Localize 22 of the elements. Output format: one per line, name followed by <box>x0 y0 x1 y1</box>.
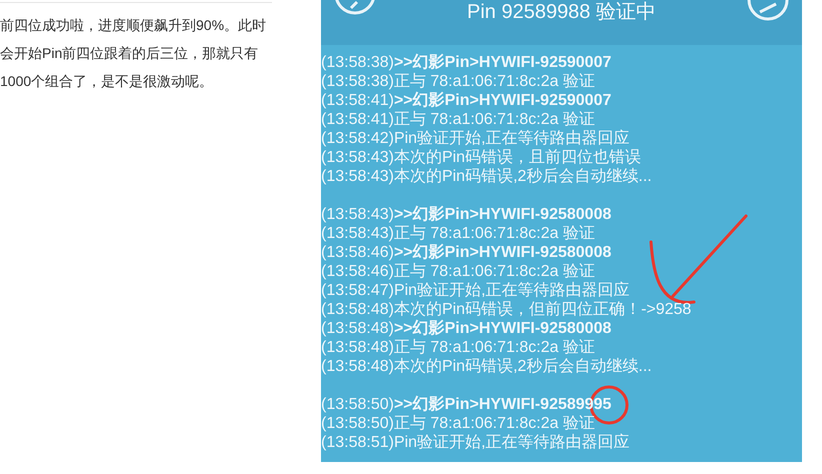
check-icon[interactable] <box>746 0 790 22</box>
log-line: (13:58:43)本次的Pin码错误，且前四位也错误 <box>321 148 642 167</box>
log-line: (13:58:38)>>幻影Pin>HYWIFI-92590007 <box>321 53 612 72</box>
log-line: (13:58:43)>>幻影Pin>HYWIFI-92580008 <box>321 205 612 224</box>
log-line: (13:58:51)Pin验证开始,正在等待路由器回应 <box>321 433 631 452</box>
log-line: (13:58:38)正与 78:a1:06:71:8c:2a 验证 <box>321 72 596 91</box>
log-line: (13:58:48)正与 78:a1:06:71:8c:2a 验证 <box>321 338 596 357</box>
log-line: (13:58:42)Pin验证开始,正在等待路由器回应 <box>321 129 631 148</box>
log-line: (13:58:50)正与 78:a1:06:71:8c:2a 验证 <box>321 414 596 433</box>
header-title: Pin 92589988 验证中 <box>466 1 656 23</box>
log-line: (13:58:43)本次的Pin码错误,2秒后会自动继续... <box>321 167 653 186</box>
log-line: (13:58:48)本次的Pin码错误,2秒后会自动继续... <box>321 357 653 376</box>
log-line: (13:58:46)正与 78:a1:06:71:8c:2a 验证 <box>321 262 596 281</box>
back-icon[interactable] <box>333 0 377 16</box>
log-line: (13:58:41)>>幻影Pin>HYWIFI-92590007 <box>321 91 612 110</box>
log-line: (13:58:46)>>幻影Pin>HYWIFI-92580008 <box>321 243 612 262</box>
log-line: (13:58:41)正与 78:a1:06:71:8c:2a 验证 <box>321 110 596 129</box>
log-line: (13:58:47)Pin验证开始,正在等待路由器回应 <box>321 281 631 300</box>
log-line: (13:58:48)>>幻影Pin>HYWIFI-92580008 <box>321 319 612 338</box>
log-line: (13:58:43)正与 78:a1:06:71:8c:2a 验证 <box>321 224 596 243</box>
article-paragraph: 前四位成功啦，进度顺便飙升到90%。此时会开始Pin前四位跟着的后三位，那就只有1000个组合了，是不是很激动呢。 <box>0 16 268 91</box>
log-line: (13:58:48)本次的Pin码错误，但前四位正确！->9258 <box>321 300 692 319</box>
